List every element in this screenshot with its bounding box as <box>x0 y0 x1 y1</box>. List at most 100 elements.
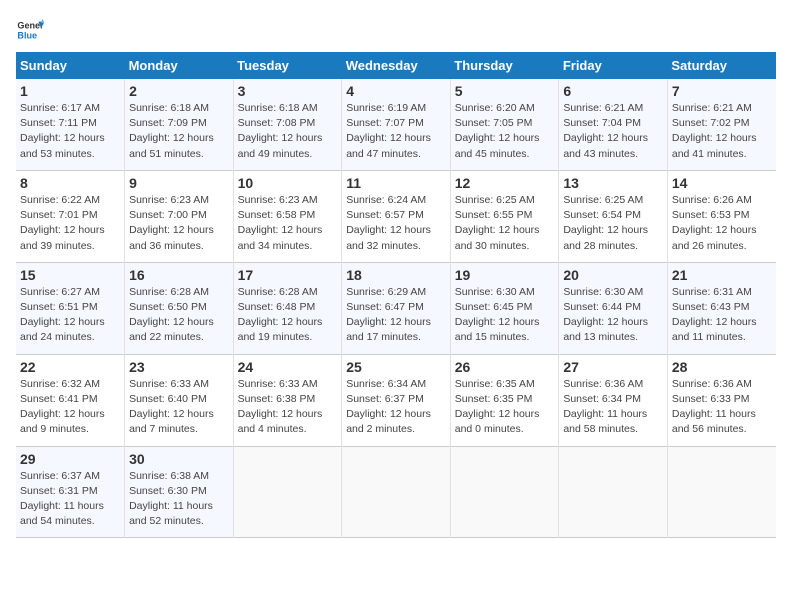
day-cell <box>233 446 342 538</box>
day-number: 7 <box>672 83 772 99</box>
day-number: 11 <box>346 175 446 191</box>
day-info: Sunrise: 6:23 AMSunset: 6:58 PMDaylight:… <box>238 193 338 254</box>
day-cell: 22 Sunrise: 6:32 AMSunset: 6:41 PMDayligh… <box>16 354 125 446</box>
day-cell <box>342 446 451 538</box>
day-cell: 1 Sunrise: 6:17 AMSunset: 7:11 PMDaylight… <box>16 79 125 170</box>
day-number: 21 <box>672 267 772 283</box>
week-row-5: 29 Sunrise: 6:37 AMSunset: 6:31 PMDayligh… <box>16 446 776 538</box>
week-row-2: 8Sunrise: 6:22 AMSunset: 7:01 PMDaylight… <box>16 170 776 262</box>
day-info: Sunrise: 6:33 AMSunset: 6:40 PMDaylight:… <box>129 377 229 438</box>
day-number: 23 <box>129 359 229 375</box>
day-info: Sunrise: 6:21 AMSunset: 7:02 PMDaylight:… <box>672 101 772 162</box>
day-cell: 13 Sunrise: 6:25 AMSunset: 6:54 PMDayligh… <box>559 170 668 262</box>
day-number: 6 <box>563 83 663 99</box>
header-monday: Monday <box>125 52 234 79</box>
day-info: Sunrise: 6:28 AMSunset: 6:50 PMDaylight:… <box>129 285 229 346</box>
day-number: 3 <box>238 83 338 99</box>
day-number: 25 <box>346 359 446 375</box>
day-number: 14 <box>672 175 772 191</box>
day-number: 2 <box>129 83 229 99</box>
day-number: 5 <box>455 83 555 99</box>
day-info: Sunrise: 6:28 AMSunset: 6:48 PMDaylight:… <box>238 285 338 346</box>
day-number: 28 <box>672 359 772 375</box>
day-cell: 23 Sunrise: 6:33 AMSunset: 6:40 PMDayligh… <box>125 354 234 446</box>
day-cell: 17 Sunrise: 6:28 AMSunset: 6:48 PMDayligh… <box>233 262 342 354</box>
day-number: 9 <box>129 175 229 191</box>
day-cell <box>667 446 776 538</box>
day-number: 17 <box>238 267 338 283</box>
day-cell: 14 Sunrise: 6:26 AMSunset: 6:53 PMDayligh… <box>667 170 776 262</box>
header-row: SundayMondayTuesdayWednesdayThursdayFrid… <box>16 52 776 79</box>
day-info: Sunrise: 6:29 AMSunset: 6:47 PMDaylight:… <box>346 285 446 346</box>
day-info: Sunrise: 6:37 AMSunset: 6:31 PMDaylight:… <box>20 469 120 530</box>
day-cell: 2 Sunrise: 6:18 AMSunset: 7:09 PMDaylight… <box>125 79 234 170</box>
day-info: Sunrise: 6:18 AMSunset: 7:09 PMDaylight:… <box>129 101 229 162</box>
calendar-table: SundayMondayTuesdayWednesdayThursdayFrid… <box>16 52 776 538</box>
day-number: 22 <box>20 359 120 375</box>
day-number: 24 <box>238 359 338 375</box>
day-cell: 6 Sunrise: 6:21 AMSunset: 7:04 PMDaylight… <box>559 79 668 170</box>
day-number: 8 <box>20 175 120 191</box>
day-cell: 19Sunrise: 6:30 AMSunset: 6:45 PMDayligh… <box>450 262 559 354</box>
day-number: 27 <box>563 359 663 375</box>
day-number: 18 <box>346 267 446 283</box>
day-cell: 26 Sunrise: 6:35 AMSunset: 6:35 PMDayligh… <box>450 354 559 446</box>
day-info: Sunrise: 6:30 AMSunset: 6:45 PMDaylight:… <box>455 285 555 346</box>
day-info: Sunrise: 6:38 AMSunset: 6:30 PMDaylight:… <box>129 469 229 530</box>
day-cell <box>559 446 668 538</box>
day-cell: 24 Sunrise: 6:33 AMSunset: 6:38 PMDayligh… <box>233 354 342 446</box>
day-cell: 15 Sunrise: 6:27 AMSunset: 6:51 PMDayligh… <box>16 262 125 354</box>
day-info: Sunrise: 6:20 AMSunset: 7:05 PMDaylight:… <box>455 101 555 162</box>
day-info: Sunrise: 6:26 AMSunset: 6:53 PMDaylight:… <box>672 193 772 254</box>
page-header: General Blue <box>16 16 776 44</box>
day-cell: 16 Sunrise: 6:28 AMSunset: 6:50 PMDayligh… <box>125 262 234 354</box>
svg-text:Blue: Blue <box>17 30 37 40</box>
day-cell: 28 Sunrise: 6:36 AMSunset: 6:33 PMDayligh… <box>667 354 776 446</box>
day-info: Sunrise: 6:35 AMSunset: 6:35 PMDaylight:… <box>455 377 555 438</box>
day-number: 30 <box>129 451 229 467</box>
header-thursday: Thursday <box>450 52 559 79</box>
day-info: Sunrise: 6:31 AMSunset: 6:43 PMDaylight:… <box>672 285 772 346</box>
logo-icon: General Blue <box>16 16 44 44</box>
day-number: 10 <box>238 175 338 191</box>
header-wednesday: Wednesday <box>342 52 451 79</box>
header-saturday: Saturday <box>667 52 776 79</box>
week-row-1: 1 Sunrise: 6:17 AMSunset: 7:11 PMDaylight… <box>16 79 776 170</box>
day-number: 20 <box>563 267 663 283</box>
logo: General Blue <box>16 16 48 44</box>
day-info: Sunrise: 6:33 AMSunset: 6:38 PMDaylight:… <box>238 377 338 438</box>
day-cell: 10 Sunrise: 6:23 AMSunset: 6:58 PMDayligh… <box>233 170 342 262</box>
day-number: 13 <box>563 175 663 191</box>
day-info: Sunrise: 6:19 AMSunset: 7:07 PMDaylight:… <box>346 101 446 162</box>
day-cell: 18 Sunrise: 6:29 AMSunset: 6:47 PMDayligh… <box>342 262 451 354</box>
day-cell <box>450 446 559 538</box>
day-cell: 5 Sunrise: 6:20 AMSunset: 7:05 PMDaylight… <box>450 79 559 170</box>
week-row-3: 15 Sunrise: 6:27 AMSunset: 6:51 PMDayligh… <box>16 262 776 354</box>
day-number: 15 <box>20 267 120 283</box>
header-friday: Friday <box>559 52 668 79</box>
day-cell: 25Sunrise: 6:34 AMSunset: 6:37 PMDayligh… <box>342 354 451 446</box>
day-number: 12 <box>455 175 555 191</box>
day-cell: 8Sunrise: 6:22 AMSunset: 7:01 PMDaylight… <box>16 170 125 262</box>
day-cell: 20Sunrise: 6:30 AMSunset: 6:44 PMDayligh… <box>559 262 668 354</box>
day-info: Sunrise: 6:27 AMSunset: 6:51 PMDaylight:… <box>20 285 120 346</box>
day-number: 16 <box>129 267 229 283</box>
day-number: 4 <box>346 83 446 99</box>
day-cell: 7 Sunrise: 6:21 AMSunset: 7:02 PMDaylight… <box>667 79 776 170</box>
day-number: 1 <box>20 83 120 99</box>
day-cell: 29 Sunrise: 6:37 AMSunset: 6:31 PMDayligh… <box>16 446 125 538</box>
header-sunday: Sunday <box>16 52 125 79</box>
day-info: Sunrise: 6:24 AMSunset: 6:57 PMDaylight:… <box>346 193 446 254</box>
day-info: Sunrise: 6:32 AMSunset: 6:41 PMDaylight:… <box>20 377 120 438</box>
day-number: 26 <box>455 359 555 375</box>
day-cell: 9Sunrise: 6:23 AMSunset: 7:00 PMDaylight… <box>125 170 234 262</box>
day-info: Sunrise: 6:17 AMSunset: 7:11 PMDaylight:… <box>20 101 120 162</box>
day-cell: 27Sunrise: 6:36 AMSunset: 6:34 PMDayligh… <box>559 354 668 446</box>
day-info: Sunrise: 6:18 AMSunset: 7:08 PMDaylight:… <box>238 101 338 162</box>
day-info: Sunrise: 6:36 AMSunset: 6:33 PMDaylight:… <box>672 377 772 438</box>
day-cell: 4 Sunrise: 6:19 AMSunset: 7:07 PMDaylight… <box>342 79 451 170</box>
day-number: 29 <box>20 451 120 467</box>
day-info: Sunrise: 6:25 AMSunset: 6:54 PMDaylight:… <box>563 193 663 254</box>
day-info: Sunrise: 6:21 AMSunset: 7:04 PMDaylight:… <box>563 101 663 162</box>
day-cell: 11 Sunrise: 6:24 AMSunset: 6:57 PMDayligh… <box>342 170 451 262</box>
